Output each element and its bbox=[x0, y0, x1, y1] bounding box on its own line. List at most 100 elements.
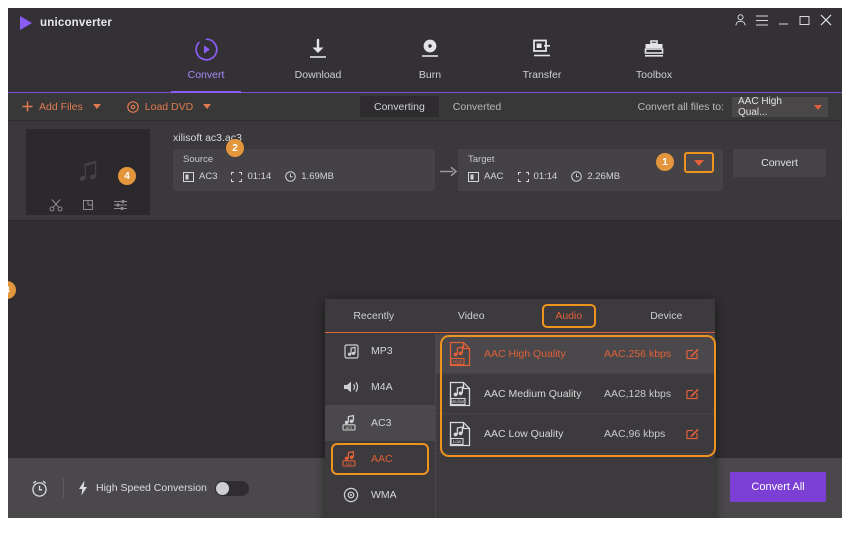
music-note-icon: ♫ bbox=[75, 150, 101, 188]
high-speed-conversion-toggle[interactable] bbox=[214, 480, 249, 496]
add-files-chevron-down-icon[interactable] bbox=[92, 104, 101, 109]
format-item-ac3[interactable]: AC3 AC3 bbox=[325, 405, 435, 441]
tab-audio[interactable]: Audio bbox=[520, 303, 618, 328]
convert-all-button[interactable]: Convert All bbox=[730, 472, 826, 502]
quality-row-aac-high[interactable]: High AAC High Quality AAC,256 kbps bbox=[436, 334, 715, 374]
panel-tabs: Recently Video Audio Device bbox=[325, 299, 715, 333]
nav-item-download[interactable]: Download bbox=[279, 30, 357, 92]
arrow-right-icon bbox=[440, 166, 458, 177]
nav-item-transfer[interactable]: Transfer bbox=[503, 30, 581, 92]
quality-row-aac-medium[interactable]: Medium AAC Medium Quality AAC,128 kbps bbox=[436, 374, 715, 414]
load-dvd-label: Load DVD bbox=[144, 100, 194, 113]
source-size-value: 1.69MB bbox=[301, 171, 335, 182]
svg-text:Medium: Medium bbox=[451, 399, 466, 404]
target-format-dropdown-button[interactable] bbox=[684, 152, 714, 173]
nav-label-convert: Convert bbox=[187, 69, 225, 81]
format-list: MP3 M4A AC3 AC3 AAC AAC WMA bbox=[325, 333, 436, 518]
download-icon bbox=[306, 36, 330, 62]
quality-bitrate-aac-high: AAC,256 kbps bbox=[604, 347, 672, 360]
chevron-down-icon bbox=[694, 159, 704, 166]
toolbox-icon bbox=[642, 36, 666, 62]
high-speed-conversion-control: High Speed Conversion bbox=[78, 480, 249, 496]
quality-bitrate-aac-low: AAC,96 kbps bbox=[604, 427, 666, 440]
quality-list: High AAC High Quality AAC,256 kbps Mediu… bbox=[436, 333, 716, 518]
format-dropdown-panel: Recently Video Audio Device MP3 M4A AC3 … bbox=[325, 299, 716, 518]
format-item-aac[interactable]: AAC AAC bbox=[325, 441, 435, 477]
alarm-clock-icon[interactable] bbox=[30, 479, 49, 498]
target-duration: 01:14 bbox=[517, 171, 558, 182]
maximize-icon[interactable] bbox=[799, 15, 810, 26]
file-list-area: ♫ xilisoft ac3.ac3 Source AC3 01:14 1.69… bbox=[8, 121, 842, 518]
quality-name-aac-medium: AAC Medium Quality bbox=[484, 387, 582, 400]
step-badge-1: 1 bbox=[656, 153, 674, 171]
high-speed-conversion-label: High Speed Conversion bbox=[96, 482, 207, 494]
thumbnail-tools bbox=[26, 198, 150, 212]
format-label-mp3: MP3 bbox=[371, 345, 393, 357]
main-navigation: Convert Download Burn Transfer Toolbox bbox=[8, 30, 842, 93]
target-title: Target bbox=[468, 154, 495, 165]
tab-converting[interactable]: Converting bbox=[360, 96, 439, 117]
format-item-wma[interactable]: WMA bbox=[325, 477, 435, 513]
format-label-wma: WMA bbox=[371, 489, 397, 501]
nav-item-burn[interactable]: Burn bbox=[391, 30, 469, 92]
divider bbox=[63, 478, 64, 498]
tab-video-label: Video bbox=[457, 309, 485, 322]
source-duration: 01:14 bbox=[231, 171, 271, 182]
quality-bitrate-aac-medium: AAC,128 kbps bbox=[604, 387, 672, 400]
target-size: 2.26MB bbox=[571, 171, 620, 182]
nav-item-convert[interactable]: Convert bbox=[167, 30, 245, 93]
title-bar: uniconverter Convert Download Burn Trans… bbox=[8, 8, 842, 93]
load-dvd-button[interactable]: Load DVD bbox=[126, 100, 212, 113]
convert-button[interactable]: Convert bbox=[733, 149, 826, 177]
quality-name-aac-low: AAC Low Quality bbox=[484, 427, 564, 440]
menu-icon[interactable] bbox=[756, 15, 768, 26]
tab-device[interactable]: Device bbox=[618, 310, 716, 322]
source-format: AC3 bbox=[183, 171, 217, 182]
source-title: Source bbox=[183, 154, 214, 165]
target-meta: AAC 01:14 2.26MB bbox=[468, 171, 713, 182]
svg-text:AAC: AAC bbox=[346, 462, 354, 466]
panel-body: MP3 M4A AC3 AC3 AAC AAC WMA High AAC Hig… bbox=[325, 333, 716, 518]
tab-audio-highlight-ring bbox=[541, 303, 596, 328]
nav-item-toolbox[interactable]: Toolbox bbox=[615, 30, 693, 92]
burn-icon bbox=[418, 36, 442, 62]
preset-low-icon: Low bbox=[436, 421, 484, 447]
convert-all-files-to-select[interactable]: AAC High Qual... bbox=[732, 96, 828, 118]
quality-row-aac-low[interactable]: Low AAC Low Quality AAC,96 kbps bbox=[436, 414, 715, 454]
aac-icon: AAC bbox=[341, 451, 361, 467]
source-size: 1.69MB bbox=[285, 171, 334, 182]
trim-scissors-icon[interactable] bbox=[49, 198, 63, 212]
format-item-m4a[interactable]: M4A bbox=[325, 369, 435, 405]
clock-icon bbox=[285, 171, 297, 182]
format-icon bbox=[183, 171, 194, 182]
edit-preset-icon[interactable] bbox=[686, 427, 699, 440]
svg-text:Low: Low bbox=[453, 439, 462, 444]
tab-video[interactable]: Video bbox=[423, 310, 521, 322]
convert-icon bbox=[194, 36, 219, 62]
target-duration-value: 01:14 bbox=[533, 171, 558, 182]
tab-converted[interactable]: Converted bbox=[439, 96, 515, 117]
effects-sliders-icon[interactable] bbox=[113, 198, 128, 212]
bottom-bar-left: High Speed Conversion bbox=[8, 478, 249, 498]
nav-label-burn: Burn bbox=[418, 69, 442, 81]
chevron-down-icon bbox=[814, 104, 822, 110]
crop-icon[interactable] bbox=[81, 198, 95, 212]
resolution-icon bbox=[231, 171, 243, 182]
nav-label-toolbox: Toolbox bbox=[635, 69, 673, 81]
add-files-label: Add Files bbox=[39, 100, 83, 113]
account-icon[interactable] bbox=[735, 14, 746, 26]
format-label-m4a: M4A bbox=[371, 381, 393, 393]
add-files-button[interactable]: Add Files bbox=[22, 101, 101, 113]
step-badge-4: 4 bbox=[118, 167, 136, 185]
load-dvd-chevron-down-icon[interactable] bbox=[203, 104, 212, 109]
action-toolbar: Add Files Load DVD Converting Converted … bbox=[8, 93, 842, 121]
minimize-icon[interactable] bbox=[778, 15, 789, 26]
tab-recently[interactable]: Recently bbox=[325, 310, 423, 322]
edit-preset-icon[interactable] bbox=[686, 387, 699, 400]
format-item-wav[interactable]: WAV bbox=[325, 513, 435, 518]
lightning-bolt-icon bbox=[78, 480, 88, 496]
close-icon[interactable] bbox=[820, 14, 832, 26]
target-size-value: 2.26MB bbox=[587, 171, 621, 182]
format-item-mp3[interactable]: MP3 bbox=[325, 333, 435, 369]
edit-preset-icon[interactable] bbox=[686, 347, 699, 360]
